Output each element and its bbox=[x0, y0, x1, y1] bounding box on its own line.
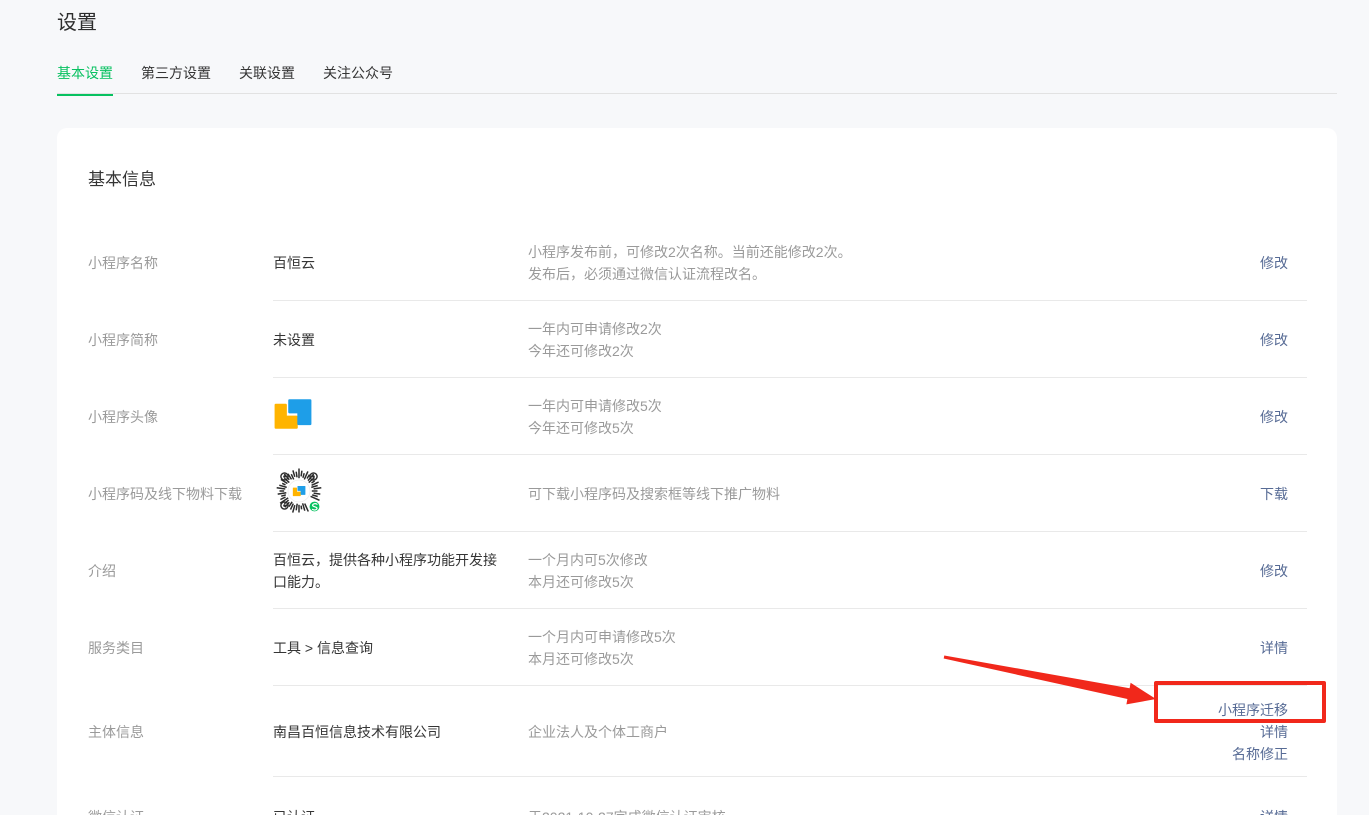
action-link[interactable]: 详情 bbox=[1128, 637, 1288, 659]
table-row: 小程序名称百恒云小程序发布前，可修改2次名称。当前还能修改2次。发布后，必须通过… bbox=[57, 225, 1337, 301]
row-actions: 详情 bbox=[1128, 806, 1288, 815]
row-label: 主体信息 bbox=[88, 721, 273, 743]
row-label: 小程序头像 bbox=[88, 406, 273, 428]
app-logo-icon bbox=[273, 394, 313, 434]
row-actions: 修改 bbox=[1128, 329, 1288, 351]
row-note: 小程序发布前，可修改2次名称。当前还能修改2次。发布后，必须通过微信认证流程改名… bbox=[528, 241, 1128, 285]
row-note: 一年内可申请修改5次今年还可修改5次 bbox=[528, 395, 1128, 439]
table-row: 小程序简称未设置一年内可申请修改2次今年还可修改2次修改 bbox=[57, 301, 1337, 378]
row-actions: 修改 bbox=[1128, 560, 1288, 582]
table-row: 服务类目工具 > 信息查询一个月内可申请修改5次本月还可修改5次详情 bbox=[57, 609, 1337, 686]
row-value bbox=[273, 465, 528, 523]
row-note: 一个月内可5次修改本月还可修改5次 bbox=[528, 549, 1128, 593]
row-label: 小程序名称 bbox=[88, 252, 273, 274]
settings-page: 设置 基本设置第三方设置关联设置关注公众号 基本信息 小程序名称百恒云小程序发布… bbox=[0, 0, 1369, 815]
row-value: 未设置 bbox=[273, 329, 528, 351]
table-row: 小程序码及线下物料下载 可下载小程序码及搜索框等线下推广物料下载 bbox=[57, 455, 1337, 532]
action-link[interactable]: 修改 bbox=[1128, 329, 1288, 351]
action-link[interactable]: 修改 bbox=[1128, 406, 1288, 428]
tab-1[interactable]: 第三方设置 bbox=[141, 64, 211, 96]
row-label: 微信认证 bbox=[88, 806, 273, 815]
row-actions: 修改 bbox=[1128, 252, 1288, 274]
action-link[interactable]: 详情 bbox=[1128, 806, 1288, 815]
action-link[interactable]: 小程序迁移 bbox=[1128, 699, 1288, 721]
tab-bar: 基本设置第三方设置关联设置关注公众号 bbox=[57, 64, 421, 96]
section-title: 基本信息 bbox=[57, 128, 1337, 192]
row-actions: 小程序迁移详情名称修正 bbox=[1128, 699, 1288, 765]
row-actions: 下载 bbox=[1128, 483, 1288, 505]
row-value: 百恒云，提供各种小程序功能开发接口能力。 bbox=[273, 549, 528, 593]
row-actions: 修改 bbox=[1128, 406, 1288, 428]
row-note: 一个月内可申请修改5次本月还可修改5次 bbox=[528, 626, 1128, 670]
action-link[interactable]: 名称修正 bbox=[1128, 743, 1288, 765]
table-row: 主体信息南昌百恒信息技术有限公司企业法人及个体工商户小程序迁移详情名称修正 bbox=[57, 686, 1337, 777]
row-value: 百恒云 bbox=[273, 252, 528, 274]
action-link[interactable]: 修改 bbox=[1128, 252, 1288, 274]
row-note: 企业法人及个体工商户 bbox=[528, 721, 1128, 743]
row-label: 介绍 bbox=[88, 560, 273, 582]
row-value: 工具 > 信息查询 bbox=[273, 637, 528, 659]
page-title: 设置 bbox=[57, 10, 97, 36]
row-note: 一年内可申请修改2次今年还可修改2次 bbox=[528, 318, 1128, 362]
table-row: 小程序头像 一年内可申请修改5次今年还可修改5次修改 bbox=[57, 378, 1337, 455]
settings-rows: 小程序名称百恒云小程序发布前，可修改2次名称。当前还能修改2次。发布后，必须通过… bbox=[57, 225, 1337, 815]
row-value: 已认证 bbox=[273, 806, 528, 815]
row-label: 小程序码及线下物料下载 bbox=[88, 483, 273, 505]
tab-0[interactable]: 基本设置 bbox=[57, 64, 113, 96]
table-row: 介绍百恒云，提供各种小程序功能开发接口能力。一个月内可5次修改本月还可修改5次修… bbox=[57, 532, 1337, 609]
miniprogram-qrcode-icon bbox=[273, 465, 325, 517]
tab-2[interactable]: 关联设置 bbox=[239, 64, 295, 96]
tab-3[interactable]: 关注公众号 bbox=[323, 64, 393, 96]
action-link[interactable]: 下载 bbox=[1128, 483, 1288, 505]
table-row: 微信认证已认证于2021-10-27完成微信认证审核详情 bbox=[57, 777, 1337, 815]
action-link[interactable]: 修改 bbox=[1128, 560, 1288, 582]
tab-bar-divider bbox=[57, 93, 1337, 94]
row-value bbox=[273, 394, 528, 440]
row-note: 可下载小程序码及搜索框等线下推广物料 bbox=[528, 483, 1128, 505]
row-value: 南昌百恒信息技术有限公司 bbox=[273, 721, 528, 743]
basic-info-card: 基本信息 小程序名称百恒云小程序发布前，可修改2次名称。当前还能修改2次。发布后… bbox=[57, 128, 1337, 815]
row-label: 服务类目 bbox=[88, 637, 273, 659]
row-note: 于2021-10-27完成微信认证审核 bbox=[528, 806, 1128, 815]
row-label: 小程序简称 bbox=[88, 329, 273, 351]
action-link[interactable]: 详情 bbox=[1128, 721, 1288, 743]
row-actions: 详情 bbox=[1128, 637, 1288, 659]
